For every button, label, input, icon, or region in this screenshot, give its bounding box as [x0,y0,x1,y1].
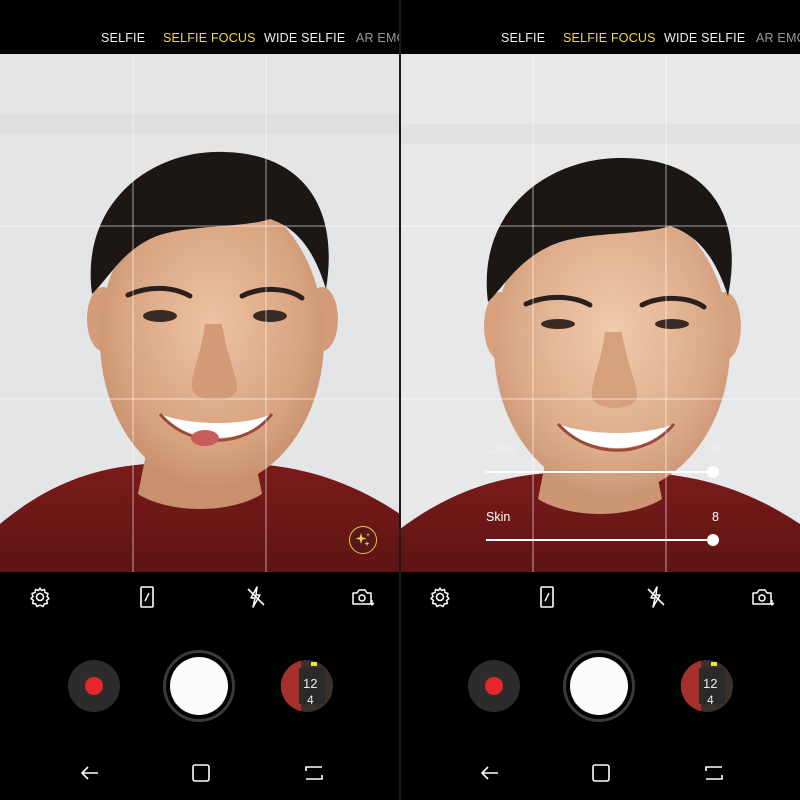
gallery-preview-image: 12 4 [681,660,733,712]
svg-text:4: 4 [707,693,714,707]
selfie-preview-image [0,54,400,572]
color-slider-value: 8 [712,442,719,456]
aspect-ratio-button[interactable] [134,584,160,610]
gallery-preview-image: 12 4 [281,660,333,712]
settings-icon [430,587,450,608]
record-icon [85,677,103,695]
mode-selector: SELFIE SELFIE FOCUS WIDE SELFIE AR EMO [0,0,400,54]
color-slider-thumb[interactable] [707,466,719,478]
nav-back-button[interactable] [478,761,502,785]
settings-button[interactable] [427,584,453,610]
skin-slider[interactable]: Skin 8 [486,510,719,546]
gallery-thumbnail[interactable]: 12 4 [281,660,333,712]
camera-viewfinder[interactable] [0,54,400,572]
color-slider[interactable]: Color 8 [486,442,719,478]
mode-ar-emoji[interactable]: AR EMO [356,31,400,45]
mode-selfie-focus[interactable]: SELFIE FOCUS [563,31,656,45]
shutter-button[interactable] [563,650,635,722]
back-icon [80,766,98,780]
aspect-ratio-icon [540,586,554,608]
aspect-ratio-icon [140,586,154,608]
skin-slider-value: 8 [712,510,719,524]
flash-button[interactable] [243,584,269,610]
svg-text:4: 4 [307,693,314,707]
recent-apps-icon [305,766,323,780]
switch-camera-icon [352,589,375,606]
flash-off-icon [647,586,665,608]
record-icon [485,677,503,695]
color-slider-label: Color [486,442,516,456]
mode-selfie[interactable]: SELFIE [501,31,545,45]
camera-screen-right: SELFIE SELFIE FOCUS WIDE SELFIE AR EMO [400,0,800,800]
skin-slider-label: Skin [486,510,511,524]
shutter-inner [570,657,628,715]
switch-camera-icon [752,589,775,606]
nav-home-button[interactable] [189,761,213,785]
shutter-button[interactable] [163,650,235,722]
svg-text:12: 12 [303,676,317,691]
settings-icon [30,587,50,608]
mode-wide-selfie[interactable]: WIDE SELFIE [664,31,745,45]
switch-camera-button[interactable] [349,584,375,610]
mode-selfie[interactable]: SELFIE [101,31,145,45]
selfie-preview-image [400,54,800,572]
mode-selector: SELFIE SELFIE FOCUS WIDE SELFIE AR EMO [400,0,800,54]
mode-selfie-focus[interactable]: SELFIE FOCUS [163,31,256,45]
nav-back-button[interactable] [78,761,102,785]
nav-recent-apps-button[interactable] [302,761,326,785]
nav-home-button[interactable] [589,761,613,785]
recent-apps-icon [705,766,723,780]
panel-divider [399,0,401,800]
record-video-button[interactable] [468,660,520,712]
camera-viewfinder[interactable]: Color 8 Skin 8 [400,54,800,572]
record-video-button[interactable] [68,660,120,712]
switch-camera-button[interactable] [749,584,775,610]
home-icon [592,764,610,782]
shutter-inner [170,657,228,715]
mode-ar-emoji[interactable]: AR EMO [756,31,800,45]
nav-recent-apps-button[interactable] [702,761,726,785]
skin-slider-track[interactable] [486,539,714,541]
skin-slider-thumb[interactable] [707,534,719,546]
camera-screen-left: SELFIE SELFIE FOCUS WIDE SELFIE AR EMO [0,0,400,800]
home-icon [192,764,210,782]
settings-button[interactable] [27,584,53,610]
flash-button[interactable] [643,584,669,610]
aspect-ratio-button[interactable] [534,584,560,610]
mode-wide-selfie[interactable]: WIDE SELFIE [264,31,345,45]
flash-off-icon [247,586,265,608]
gallery-thumbnail[interactable]: 12 4 [681,660,733,712]
sparkle-icon [355,533,370,547]
color-slider-track[interactable] [486,471,714,473]
beauty-effects-button[interactable] [349,526,377,554]
back-icon [480,766,498,780]
svg-text:12: 12 [703,676,717,691]
